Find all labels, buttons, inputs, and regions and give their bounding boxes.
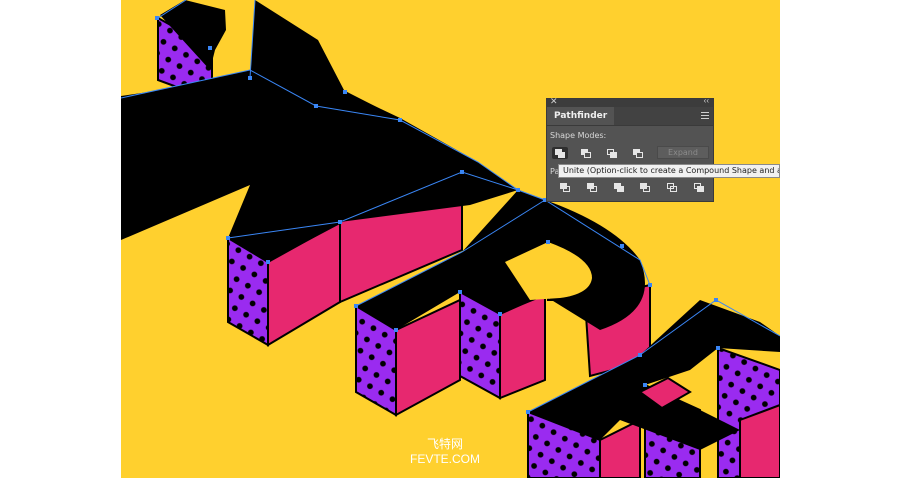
watermark-en: FEVTE.COM <box>409 452 480 466</box>
divide-button[interactable] <box>557 181 573 193</box>
minus-front-button[interactable] <box>578 147 594 159</box>
intersect-button[interactable] <box>604 147 620 159</box>
outline-button[interactable] <box>664 181 680 193</box>
panel-menu-icon[interactable] <box>701 112 709 119</box>
type-artwork <box>121 0 780 478</box>
panel-tab-row: Pathfinder <box>547 107 713 126</box>
expand-button[interactable]: Expand <box>657 146 709 159</box>
shape-modes-label: Shape Modes: <box>550 131 607 140</box>
unite-tooltip: Unite (Option-click to create a Compound… <box>558 164 780 178</box>
artboard <box>121 0 780 478</box>
crop-button[interactable] <box>637 181 653 193</box>
watermark-cn: 飞特网 <box>426 437 463 451</box>
close-icon[interactable]: ✕ <box>550 96 558 107</box>
tab-pathfinder[interactable]: Pathfinder <box>547 107 615 125</box>
panel-title-bar[interactable]: ✕ ‹‹ <box>547 96 713 107</box>
minus-back-button[interactable] <box>691 181 707 193</box>
exclude-button[interactable] <box>630 147 646 159</box>
trim-button[interactable] <box>584 181 600 193</box>
collapse-icon[interactable]: ‹‹ <box>704 96 709 105</box>
unite-button[interactable] <box>552 147 568 159</box>
watermark: 飞特网 FEVTE.COM <box>400 437 490 467</box>
merge-button[interactable] <box>611 181 627 193</box>
